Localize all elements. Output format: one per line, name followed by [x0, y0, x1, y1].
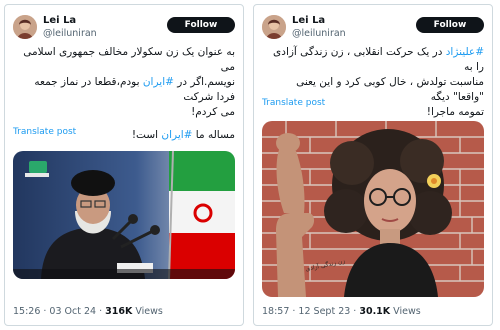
avatar[interactable]	[13, 15, 37, 39]
display-name[interactable]: Lei La	[43, 15, 76, 27]
avatar[interactable]	[262, 15, 286, 39]
tweet-line: #علینژاد در یک حرکت انقلابی ، زن زندگی آ…	[273, 46, 484, 73]
tweet-header: Lei La @leiluniran Follow	[13, 13, 235, 43]
tweet-line: می کردم!	[191, 106, 235, 118]
views-label: Views	[390, 306, 421, 317]
tweet-card-left[interactable]: Lei La @leiluniran Follow به عنوان یک زن…	[4, 4, 244, 326]
hashtag-link[interactable]: #ایران	[161, 129, 192, 141]
tweet-meta: 15:26 · 03 Oct 24 · 316K Views	[13, 306, 163, 317]
tweet-card-right[interactable]: Lei La @leiluniran Follow #علینژاد در یک…	[253, 4, 493, 326]
tweet-header: Lei La @leiluniran Follow	[262, 13, 484, 43]
screenshot-stage: Lei La @leiluniran Follow به عنوان یک زن…	[0, 0, 500, 330]
tweet-text: #علینژاد در یک حرکت انقلابی ، زن زندگی آ…	[262, 45, 484, 120]
timestamp[interactable]: 15:26 · 03 Oct 24 ·	[13, 306, 105, 317]
user-handle[interactable]: @leiluniran	[43, 28, 97, 40]
tweet-media-image[interactable]	[13, 151, 235, 279]
tweet-meta: 18:57 · 12 Sept 23 · 30.1K Views	[262, 306, 421, 317]
timestamp[interactable]: 18:57 · 12 Sept 23 ·	[262, 306, 359, 317]
tweet-line: نویسم.اگر در #ایران بودم،قطعا در نماز جم…	[34, 76, 235, 103]
tv-broadcast-image	[13, 151, 235, 279]
follow-button[interactable]: Follow	[416, 17, 484, 33]
translate-post-link[interactable]: Translate post	[13, 127, 76, 137]
views-count: 30.1K	[359, 306, 391, 317]
hashtag-link[interactable]: #علینژاد	[446, 46, 484, 58]
hashtag-link[interactable]: #ایران	[143, 76, 174, 88]
translate-post-link[interactable]: Translate post	[262, 98, 325, 108]
views-label: Views	[132, 306, 163, 317]
tweet-media-image[interactable]: زن زندگی آزادی	[262, 121, 484, 297]
views-count: 316K	[105, 306, 133, 317]
portrait-photo: زن زندگی آزادی	[262, 121, 484, 297]
user-handle[interactable]: @leiluniran	[292, 28, 346, 40]
display-name[interactable]: Lei La	[292, 15, 325, 27]
tweet-line: به عنوان یک زن سکولار مخالف جمهوری اسلام…	[23, 46, 235, 73]
follow-button[interactable]: Follow	[167, 17, 235, 33]
